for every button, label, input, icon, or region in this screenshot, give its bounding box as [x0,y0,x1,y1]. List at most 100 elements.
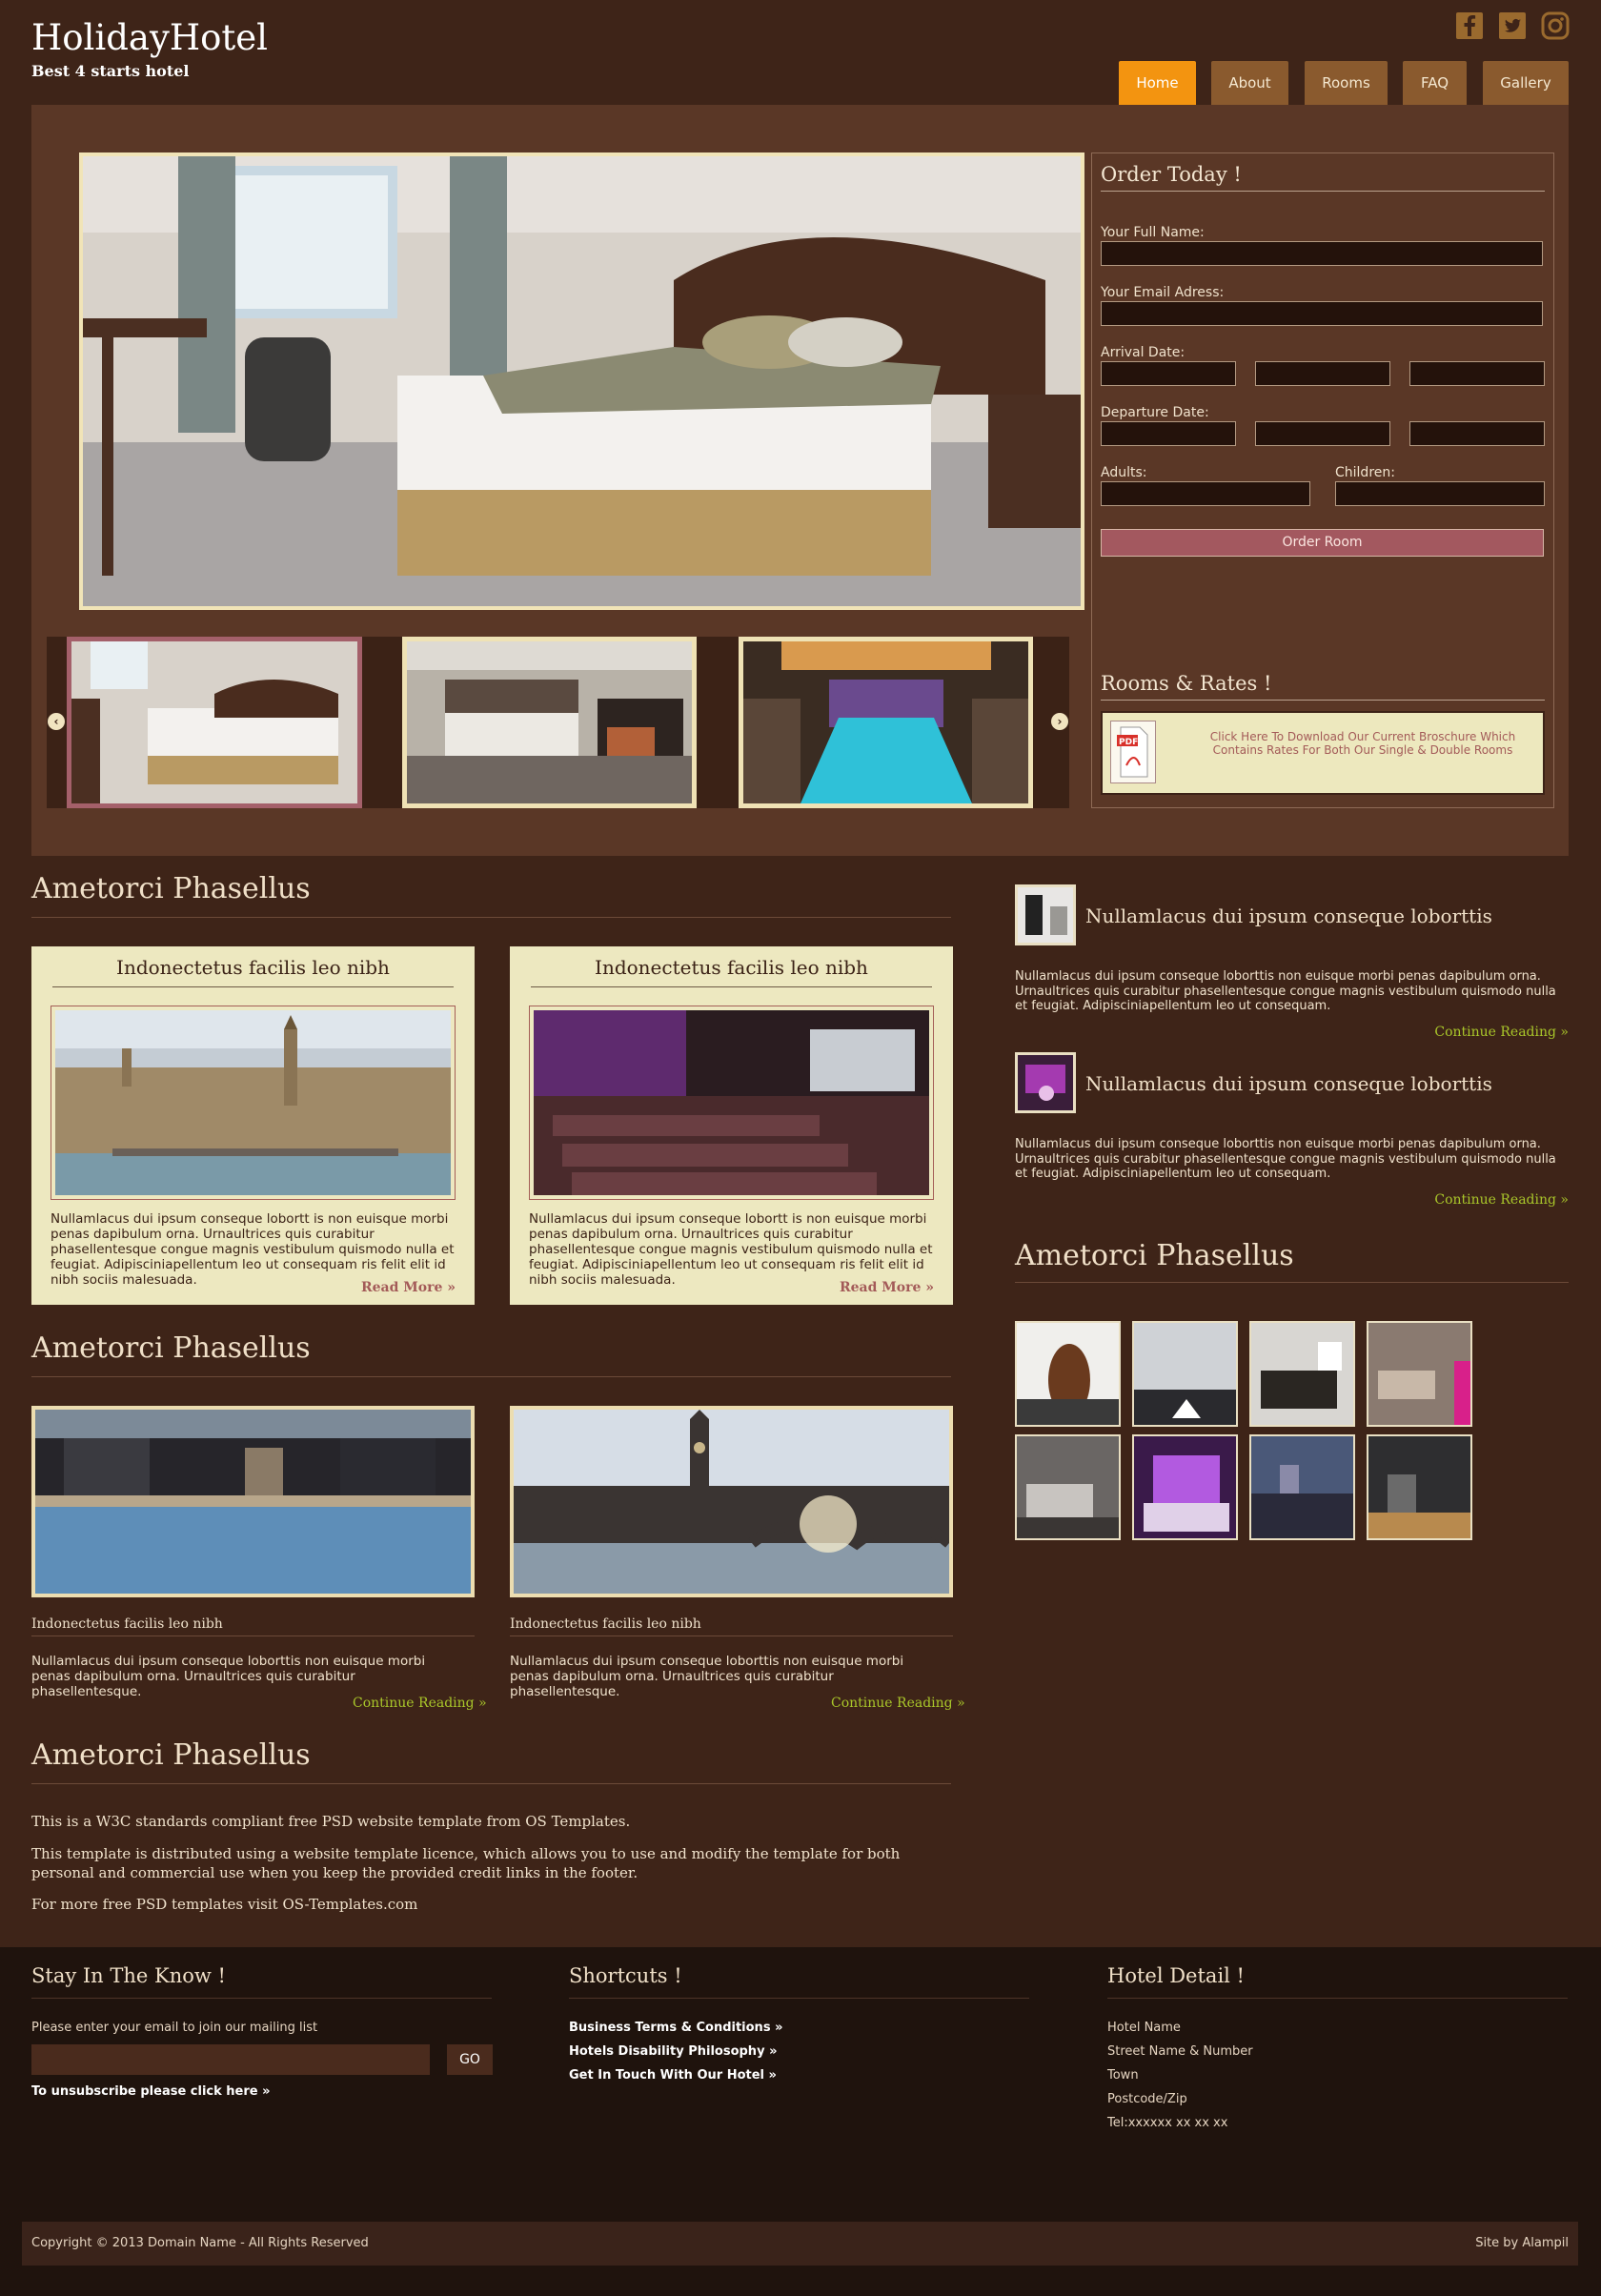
post-text: Nullamlacus dui ipsum conseque loborttis… [31,1654,426,1699]
rates-title: Rooms & Rates ! [1101,672,1272,695]
gallery-thumb-6[interactable] [1132,1434,1238,1540]
hotel-detail-title: Hotel Detail ! [1107,1964,1245,1987]
adults-label: Adults: [1101,465,1147,480]
nav-rooms[interactable]: Rooms [1305,61,1388,105]
carousel-prev-icon[interactable]: ‹ [48,713,65,730]
carousel-thumb-3[interactable] [739,637,1033,808]
card-image-cinema [529,1006,934,1200]
card-divider [52,986,454,987]
gallery-thumb-2[interactable] [1132,1321,1238,1427]
card-text: Nullamlacus dui ipsum conseque lobortt i… [51,1211,455,1288]
card-text: Nullamlacus dui ipsum conseque lobortt i… [529,1211,933,1288]
site-title[interactable]: HolidayHotel [31,17,268,58]
sidebar-thumb-1[interactable] [1015,884,1076,945]
card-title[interactable]: Indonectetus facilis leo nibh [31,956,475,979]
shortcut-link-disability[interactable]: Hotels Disability Philosophy » [569,2044,777,2059]
section2-heading: Ametorci Phasellus [31,1331,311,1365]
site-header: HolidayHotel Best 4 starts hotel Home Ab… [0,0,1601,105]
departure-day-field[interactable] [1101,421,1236,446]
sidebar-item-title[interactable]: Nullamlacus dui ipsum conseque loborttis [1085,904,1492,927]
nav-faq[interactable]: FAQ [1403,61,1467,105]
brochure-download[interactable]: PDF Click Here To Download Our Current B… [1101,711,1545,795]
hotel-phone: Tel:xxxxxx xx xx xx [1107,2116,1228,2130]
shortcuts-divider [569,1998,1029,1999]
post-title[interactable]: Indonectetus facilis leo nibh [31,1616,223,1632]
shortcut-link-terms[interactable]: Business Terms & Conditions » [569,2021,782,2035]
shortcut-link-contact[interactable]: Get In Touch With Our Hotel » [569,2068,777,2083]
gallery-thumb-5[interactable] [1015,1434,1121,1540]
gallery-divider [1015,1282,1569,1283]
hotel-postcode: Postcode/Zip [1107,2092,1187,2106]
continue-reading-link[interactable]: Continue Reading » [831,1696,965,1711]
arrival-month-field[interactable] [1255,361,1390,386]
sidebar-item-text: Nullamlacus dui ipsum conseque loborttis… [1015,1137,1556,1181]
nav-gallery[interactable]: Gallery [1483,61,1569,105]
newsletter-email-field[interactable] [31,2044,430,2075]
read-more-link[interactable]: Read More » [361,1280,456,1295]
newsletter-prompt: Please enter your email to join our mail… [31,2021,318,2035]
order-title: Order Today ! [1101,163,1242,186]
unsubscribe-link[interactable]: To unsubscribe please click here » [31,2084,271,2099]
twitter-icon[interactable] [1498,11,1527,40]
carousel-thumb-2[interactable] [402,637,697,808]
about-paragraph-3: For more free PSD templates visit OS-Tem… [31,1896,418,1913]
about-paragraph-1: This is a W3C standards compliant free P… [31,1813,631,1830]
sidebar-thumb-2[interactable] [1015,1052,1076,1113]
copyright-bar: Copyright © 2013 Domain Name - All Right… [22,2222,1578,2266]
gallery-heading: Ametorci Phasellus [1015,1239,1294,1272]
section1-heading: Ametorci Phasellus [31,872,311,905]
read-more-link[interactable]: Read More » [840,1280,934,1295]
card-title[interactable]: Indonectetus facilis leo nibh [510,956,953,979]
order-form: Order Today ! Your Full Name: Your Email… [1091,152,1554,808]
children-label: Children: [1335,465,1395,480]
departure-month-field[interactable] [1255,421,1390,446]
gallery-thumb-8[interactable] [1367,1434,1472,1540]
gallery-thumb-3[interactable] [1249,1321,1355,1427]
arrival-label: Arrival Date: [1101,345,1186,360]
post-text: Nullamlacus dui ipsum conseque loborttis… [510,1654,904,1699]
gallery-thumb-1[interactable] [1015,1321,1121,1427]
nav-home[interactable]: Home [1119,61,1196,105]
continue-reading-link[interactable]: Continue Reading » [353,1696,487,1711]
continue-reading-link[interactable]: Continue Reading » [1434,1025,1569,1040]
newsletter-go-button[interactable]: GO [447,2044,493,2075]
carousel-thumb-1[interactable] [67,637,362,808]
gallery-thumb-4[interactable] [1367,1321,1472,1427]
departure-label: Departure Date: [1101,405,1209,420]
full-name-field[interactable] [1101,241,1543,266]
post-image-westminster [510,1406,953,1597]
brochure-link-text[interactable]: Click Here To Download Our Current Brosc… [1186,730,1539,757]
hotel-detail-divider [1107,1998,1568,1999]
continue-reading-link[interactable]: Continue Reading » [1434,1192,1569,1208]
section1-divider [31,917,951,918]
post-image-pool [31,1406,475,1597]
feature-card-1: Indonectetus facilis leo nibh Nullamlacu… [31,946,475,1305]
adults-field[interactable] [1101,481,1310,506]
children-field[interactable] [1335,481,1545,506]
site-credit-link[interactable]: Site by Alampil [1475,2236,1569,2250]
section2-divider [31,1376,951,1377]
card-divider [531,986,932,987]
newsletter-title: Stay In The Know ! [31,1964,226,1987]
newsletter-divider [31,1998,492,1999]
instagram-icon[interactable] [1541,11,1570,40]
pdf-icon: PDF [1110,721,1156,783]
nav-about[interactable]: About [1211,61,1288,105]
copyright-text: Copyright © 2013 Domain Name - All Right… [31,2236,369,2250]
facebook-icon[interactable] [1455,11,1484,40]
order-room-button[interactable]: Order Room [1101,529,1544,557]
hotel-street: Street Name & Number [1107,2044,1253,2059]
featured-room-photo [79,152,1084,610]
carousel-next-icon[interactable]: › [1051,713,1068,730]
card-image-london [51,1006,456,1200]
email-field[interactable] [1101,301,1543,326]
departure-year-field[interactable] [1409,421,1545,446]
email-label: Your Email Adress: [1101,285,1225,300]
gallery-thumb-7[interactable] [1249,1434,1355,1540]
arrival-day-field[interactable] [1101,361,1236,386]
arrival-year-field[interactable] [1409,361,1545,386]
post-title[interactable]: Indonectetus facilis leo nibh [510,1616,701,1632]
sidebar-item-title[interactable]: Nullamlacus dui ipsum conseque loborttis [1085,1072,1492,1095]
order-divider [1101,191,1545,192]
section3-divider [31,1783,951,1784]
